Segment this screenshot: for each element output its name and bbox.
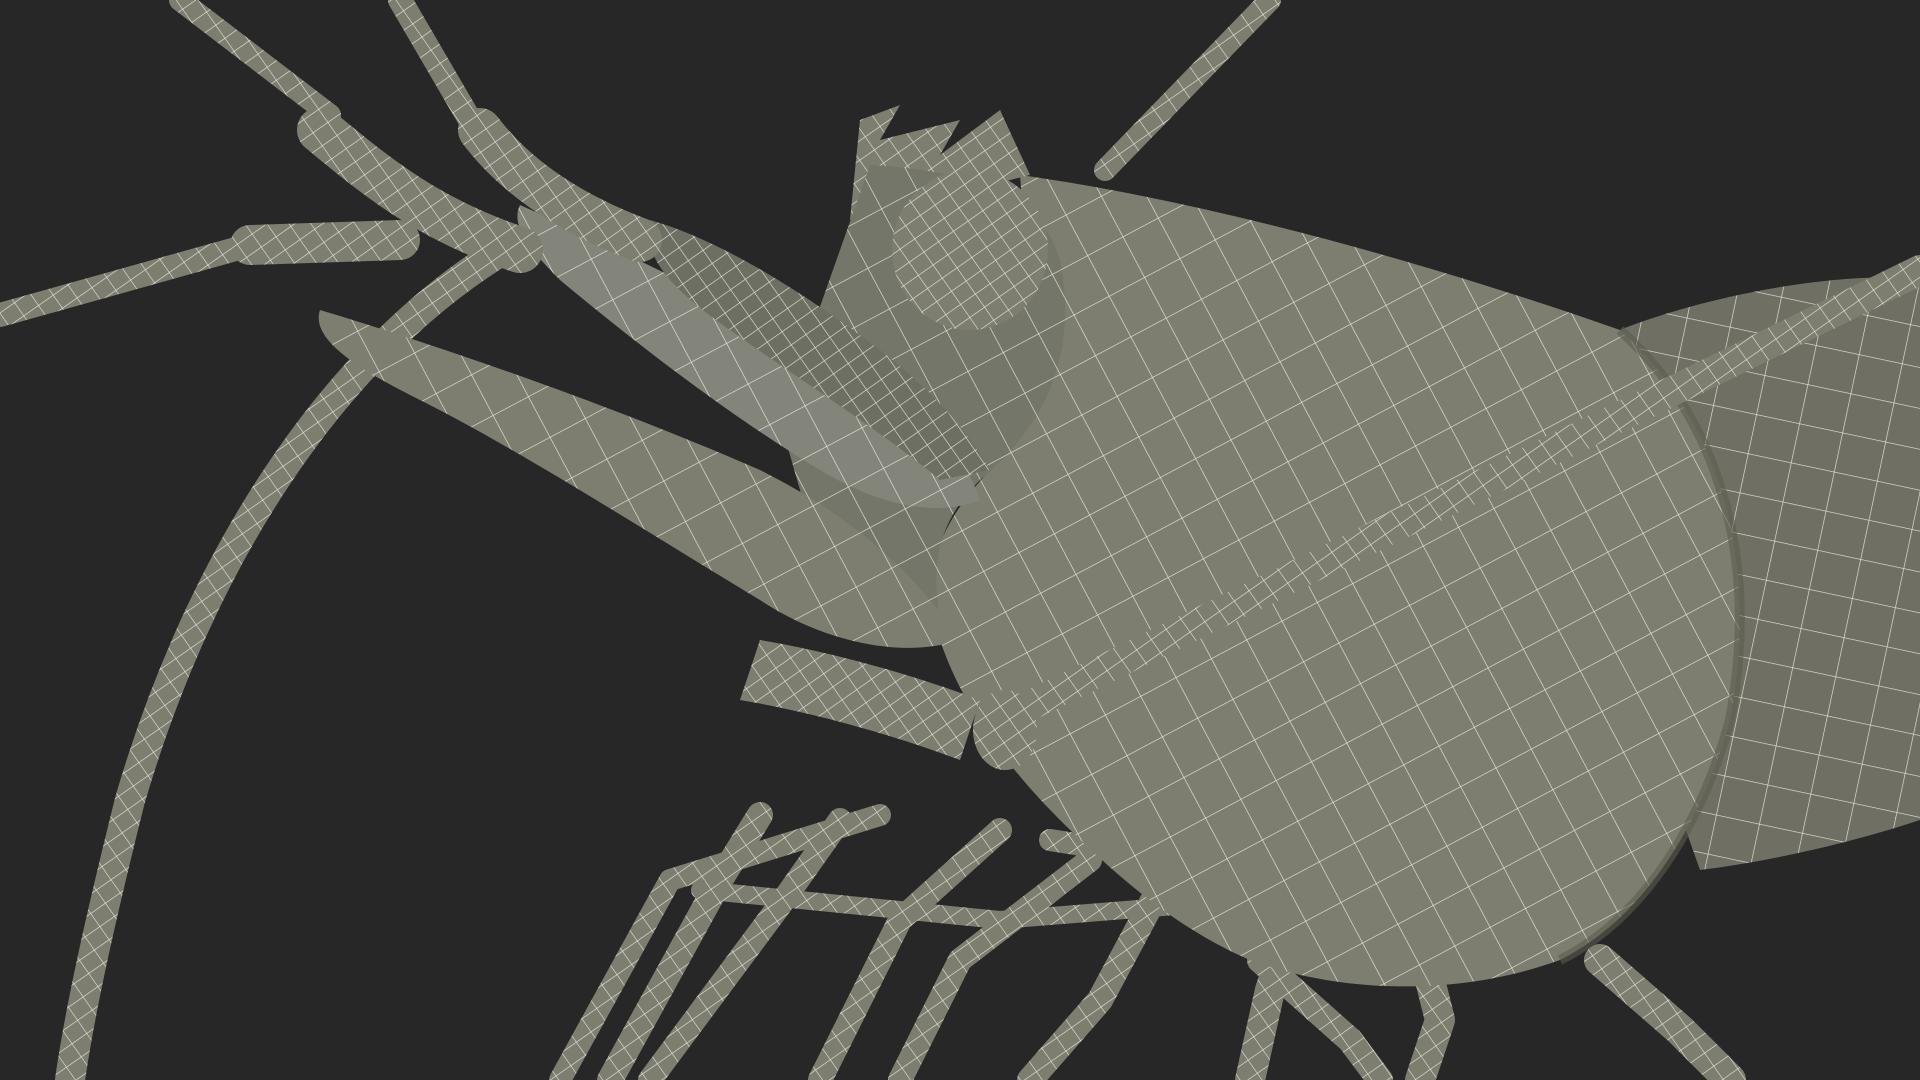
antennal-bases [230,107,662,273]
eye [892,170,1048,330]
antenna-upper-mid [388,0,482,132]
shrimp-wireframe-render [0,0,1920,1080]
